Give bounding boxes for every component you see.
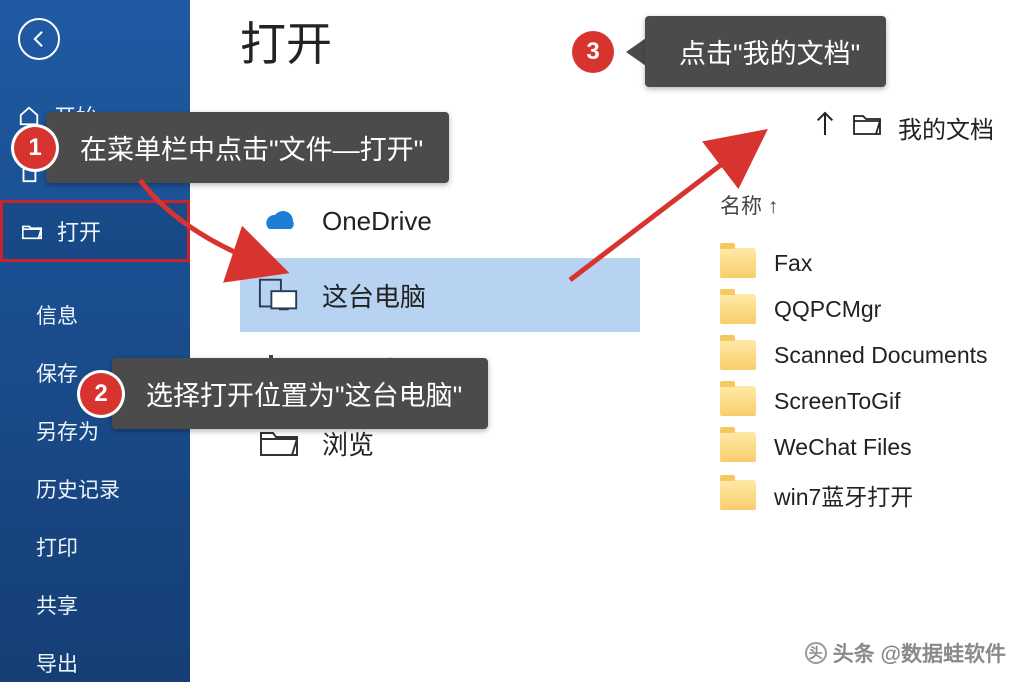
sidebar-item-label: 打开: [57, 215, 101, 247]
location-label: 这台电脑: [322, 277, 426, 314]
folder-icon: [720, 480, 756, 510]
folder-icon: [720, 248, 756, 278]
annotation-3: 3 点击"我的文档": [572, 16, 886, 87]
folder-row[interactable]: Fax: [720, 240, 988, 286]
location-onedrive[interactable]: OneDrive: [240, 184, 640, 258]
folder-name: Fax: [774, 250, 812, 277]
onedrive-icon: [258, 200, 300, 242]
location-thispc[interactable]: 这台电脑: [240, 258, 640, 332]
annotation-text: 在菜单栏中点击"文件—打开": [46, 112, 449, 183]
sidebar-item-label: 历史记录: [36, 474, 120, 504]
folder-icon: [852, 111, 882, 144]
sidebar-item-info[interactable]: 信息: [0, 286, 190, 344]
watermark-icon: 头: [805, 642, 827, 664]
annotation-2: 2 选择打开位置为"这台电脑": [80, 358, 488, 429]
sidebar-item-history[interactable]: 历史记录: [0, 460, 190, 518]
folder-list: Fax QQPCMgr Scanned Documents ScreenToGi…: [720, 240, 988, 520]
sidebar-item-export[interactable]: 导出: [0, 634, 190, 692]
folder-icon: [720, 386, 756, 416]
sidebar-item-label: 保存: [36, 358, 78, 388]
folder-icon: [720, 340, 756, 370]
annotation-text: 点击"我的文档": [645, 16, 886, 87]
annotation-1: 1 在菜单栏中点击"文件—打开": [14, 112, 449, 183]
folder-row[interactable]: QQPCMgr: [720, 286, 988, 332]
folder-row[interactable]: ScreenToGif: [720, 378, 988, 424]
folder-row[interactable]: Scanned Documents: [720, 332, 988, 378]
breadcrumb[interactable]: 我的文档: [814, 110, 994, 145]
annotation-number: 1: [14, 127, 56, 169]
column-header-name[interactable]: 名称 ↑: [720, 190, 778, 220]
sidebar-item-label: 共享: [36, 590, 78, 620]
folder-open-icon: [21, 220, 43, 242]
location-label: OneDrive: [322, 206, 432, 237]
computer-icon: [258, 274, 300, 316]
breadcrumb-label: 我的文档: [898, 110, 994, 145]
sidebar-item-open[interactable]: 打开: [0, 200, 190, 262]
folder-name: win7蓝牙打开: [774, 478, 913, 512]
annotation-number: 3: [572, 31, 614, 73]
callout-pointer: [626, 38, 646, 66]
sidebar-item-label: 信息: [36, 300, 78, 330]
folder-row[interactable]: win7蓝牙打开: [720, 470, 988, 520]
sidebar-item-label: 打印: [36, 532, 78, 562]
watermark: 头 头条 @数据蛙软件: [805, 638, 1006, 668]
location-label: 浏览: [322, 425, 374, 462]
folder-name: WeChat Files: [774, 434, 912, 461]
folder-icon: [720, 432, 756, 462]
folder-name: QQPCMgr: [774, 296, 881, 323]
sidebar-item-share[interactable]: 共享: [0, 576, 190, 634]
folder-name: Scanned Documents: [774, 342, 988, 369]
annotation-text: 选择打开位置为"这台电脑": [112, 358, 488, 429]
folder-name: ScreenToGif: [774, 388, 901, 415]
up-arrow-icon[interactable]: [814, 111, 836, 144]
folder-row[interactable]: WeChat Files: [720, 424, 988, 470]
sidebar-item-print[interactable]: 打印: [0, 518, 190, 576]
annotation-number: 2: [80, 373, 122, 415]
watermark-text: 头条 @数据蛙软件: [833, 638, 1006, 668]
back-button[interactable]: [18, 18, 60, 60]
folder-icon: [720, 294, 756, 324]
sidebar-item-label: 导出: [36, 648, 78, 678]
page-title: 打开: [240, 8, 332, 74]
backstage-sidebar: 开始 新建 打开 信息 保存 另存为 历史记录 打印 共享 导出: [0, 0, 190, 682]
